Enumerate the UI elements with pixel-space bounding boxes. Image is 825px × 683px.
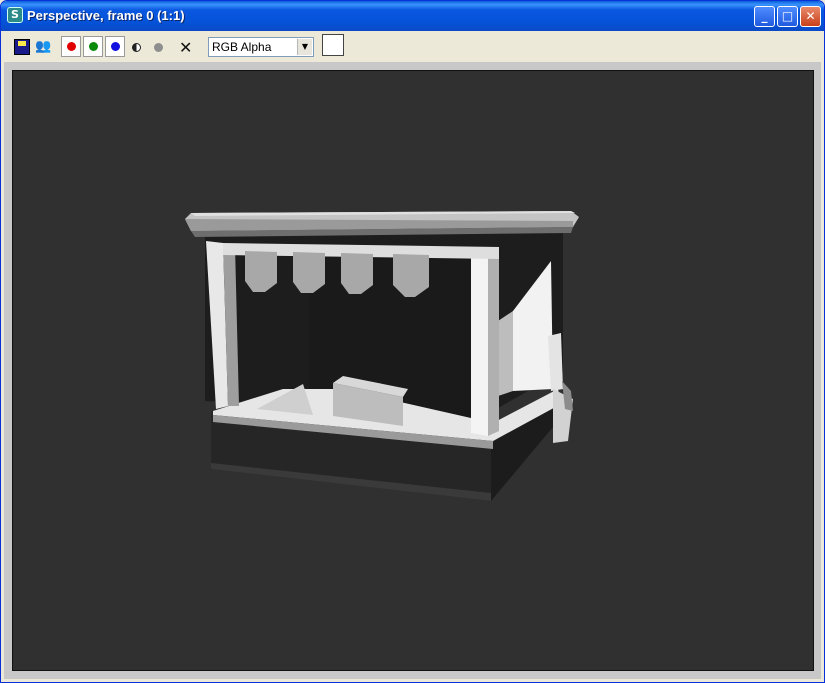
save-icon[interactable]: [14, 39, 30, 55]
alpha-dot-icon[interactable]: [154, 43, 163, 52]
render-window: S Perspective, frame 0 (1:1) _ □ ✕ 👥 ✕ R…: [0, 0, 825, 683]
monochrome-icon[interactable]: [132, 43, 141, 52]
maximize-button[interactable]: □: [777, 6, 798, 27]
red-dot-icon: [67, 42, 76, 51]
window-title: Perspective, frame 0 (1:1): [27, 8, 185, 23]
blue-channel-button[interactable]: [105, 36, 125, 57]
minimize-button[interactable]: _: [754, 6, 775, 27]
clone-icon[interactable]: 👥: [35, 39, 51, 55]
chevron-down-icon[interactable]: ▼: [297, 39, 312, 55]
channel-select[interactable]: RGB Alpha ▼: [208, 37, 314, 57]
clear-icon[interactable]: ✕: [179, 38, 192, 57]
background-color-swatch[interactable]: [322, 34, 344, 56]
blue-dot-icon: [111, 42, 120, 51]
toolbar: 👥 ✕ RGB Alpha ▼: [4, 31, 821, 62]
channel-select-value: RGB Alpha: [212, 40, 272, 54]
app-icon[interactable]: S: [7, 7, 23, 23]
green-channel-button[interactable]: [83, 36, 103, 57]
red-channel-button[interactable]: [61, 36, 81, 57]
render-viewport[interactable]: [12, 70, 814, 671]
green-dot-icon: [89, 42, 98, 51]
market-stall-render: [185, 211, 579, 501]
title-bar[interactable]: S Perspective, frame 0 (1:1) _ □ ✕: [1, 1, 824, 31]
close-button[interactable]: ✕: [800, 6, 821, 27]
frame-area: [4, 62, 821, 679]
